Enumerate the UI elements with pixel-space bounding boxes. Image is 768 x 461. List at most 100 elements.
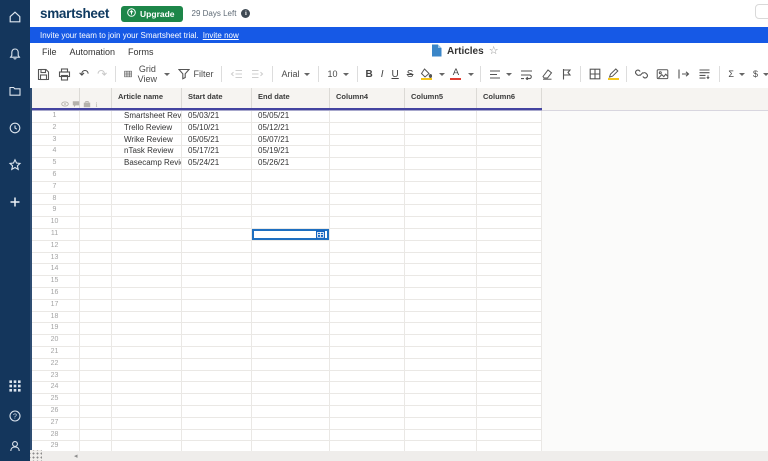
grid-cell[interactable]: 05/03/21 [182, 111, 252, 123]
row-number[interactable]: 16 [30, 287, 80, 300]
grid-cell[interactable] [182, 370, 252, 383]
grid-cell[interactable] [477, 240, 542, 253]
row-action-cell[interactable] [80, 299, 112, 312]
grid-cell[interactable] [112, 417, 182, 430]
row-action-cell[interactable] [80, 111, 112, 123]
row-number[interactable]: 15 [30, 276, 80, 288]
grid-cell[interactable] [182, 217, 252, 229]
row-action-cell[interactable] [80, 205, 112, 218]
row-action-cell[interactable] [80, 193, 112, 206]
grid-cell[interactable] [405, 228, 477, 241]
selected-cell[interactable] [252, 228, 330, 241]
grid-cell[interactable] [405, 205, 477, 218]
redo-button[interactable]: ↷ [95, 67, 109, 81]
grid-cell[interactable] [405, 405, 477, 418]
grid-cell[interactable] [252, 394, 330, 406]
grid-cell[interactable] [477, 158, 542, 170]
row-action-cell[interactable] [80, 240, 112, 253]
chevron-down-icon[interactable] [468, 72, 475, 76]
grid-cell[interactable] [330, 193, 405, 206]
grid-cell[interactable] [405, 335, 477, 347]
grid-cell[interactable] [182, 228, 252, 241]
row-number[interactable]: 28 [30, 429, 80, 442]
grid-cell[interactable]: Basecamp Review [112, 158, 182, 170]
grid-cell[interactable] [182, 181, 252, 194]
grid-cell[interactable] [252, 193, 330, 206]
grid-cell[interactable] [182, 205, 252, 218]
row-action-cell[interactable] [80, 122, 112, 135]
filter-button[interactable]: Filter [176, 67, 215, 81]
grid-cell[interactable] [477, 299, 542, 312]
row-number[interactable]: 2 [30, 122, 80, 135]
resize-handle[interactable] [30, 450, 42, 461]
grid-cell[interactable] [252, 264, 330, 277]
help-icon[interactable]: ? [8, 409, 22, 423]
row-number[interactable]: 4 [30, 146, 80, 159]
undo-button[interactable]: ↶ [77, 67, 91, 81]
grid-cell[interactable] [252, 217, 330, 229]
grid-cell[interactable] [252, 346, 330, 359]
row-action-cell[interactable] [80, 311, 112, 324]
row-action-cell[interactable] [80, 264, 112, 277]
strikethrough-button[interactable]: S [405, 68, 416, 81]
grid-cell[interactable] [330, 240, 405, 253]
grid-cell[interactable] [477, 205, 542, 218]
grid-cell[interactable] [112, 358, 182, 371]
grid-cell[interactable] [112, 323, 182, 336]
grid-cell[interactable] [477, 394, 542, 406]
grid-cell[interactable] [112, 169, 182, 182]
grid-cell[interactable]: 05/05/21 [182, 134, 252, 147]
grid-cell[interactable] [112, 335, 182, 347]
grid-cell[interactable] [330, 394, 405, 406]
grid-cell[interactable] [252, 299, 330, 312]
chevron-down-icon[interactable] [439, 72, 446, 76]
grid-cell[interactable] [330, 370, 405, 383]
grid-cell[interactable] [112, 394, 182, 406]
text-color-button[interactable]: A [449, 67, 462, 81]
grid-cell[interactable] [477, 217, 542, 229]
row-action-cell[interactable] [80, 417, 112, 430]
row-number[interactable]: 9 [30, 205, 80, 218]
grid-cell[interactable] [405, 323, 477, 336]
grid-cell[interactable] [477, 181, 542, 194]
grid-cell[interactable] [182, 169, 252, 182]
grid-cell[interactable] [182, 299, 252, 312]
grid-cell[interactable] [252, 311, 330, 324]
favorite-star-icon[interactable]: ☆ [489, 46, 499, 57]
grid-cell[interactable] [252, 382, 330, 395]
grid-cell[interactable] [477, 252, 542, 265]
row-number[interactable]: 12 [30, 240, 80, 253]
grid-cell[interactable] [330, 346, 405, 359]
grid-cell[interactable] [330, 146, 405, 159]
invite-now-link[interactable]: Invite now [203, 31, 239, 40]
grid-cell[interactable] [405, 193, 477, 206]
grid-cell[interactable] [405, 394, 477, 406]
grid-cell[interactable] [112, 264, 182, 277]
row-action-cell[interactable] [80, 346, 112, 359]
grid-cell[interactable] [330, 299, 405, 312]
grid-cell[interactable] [405, 158, 477, 170]
grid-cell[interactable] [182, 429, 252, 442]
sum-button[interactable]: Σ [726, 68, 747, 80]
grid-cell[interactable] [252, 205, 330, 218]
grid-cell[interactable] [330, 311, 405, 324]
notifications-bell-icon[interactable] [8, 47, 22, 61]
grid-cell[interactable] [405, 146, 477, 159]
grid-cell[interactable] [252, 181, 330, 194]
grid-cell[interactable] [477, 417, 542, 430]
row-number[interactable]: 20 [30, 335, 80, 347]
grid-cell[interactable] [330, 335, 405, 347]
italic-button[interactable]: I [379, 68, 386, 81]
row-number[interactable]: 21 [30, 346, 80, 359]
grid-cell[interactable] [182, 335, 252, 347]
grid-cell[interactable] [182, 358, 252, 371]
grid-cell[interactable] [112, 240, 182, 253]
grid-cell[interactable] [330, 205, 405, 218]
row-action-cell[interactable] [80, 134, 112, 147]
grid-cell[interactable] [405, 169, 477, 182]
recents-clock-icon[interactable] [8, 121, 22, 135]
grid-cell[interactable] [252, 405, 330, 418]
row-number[interactable]: 5 [30, 158, 80, 170]
row-action-cell[interactable] [80, 228, 112, 241]
account-person-icon[interactable] [8, 439, 22, 453]
